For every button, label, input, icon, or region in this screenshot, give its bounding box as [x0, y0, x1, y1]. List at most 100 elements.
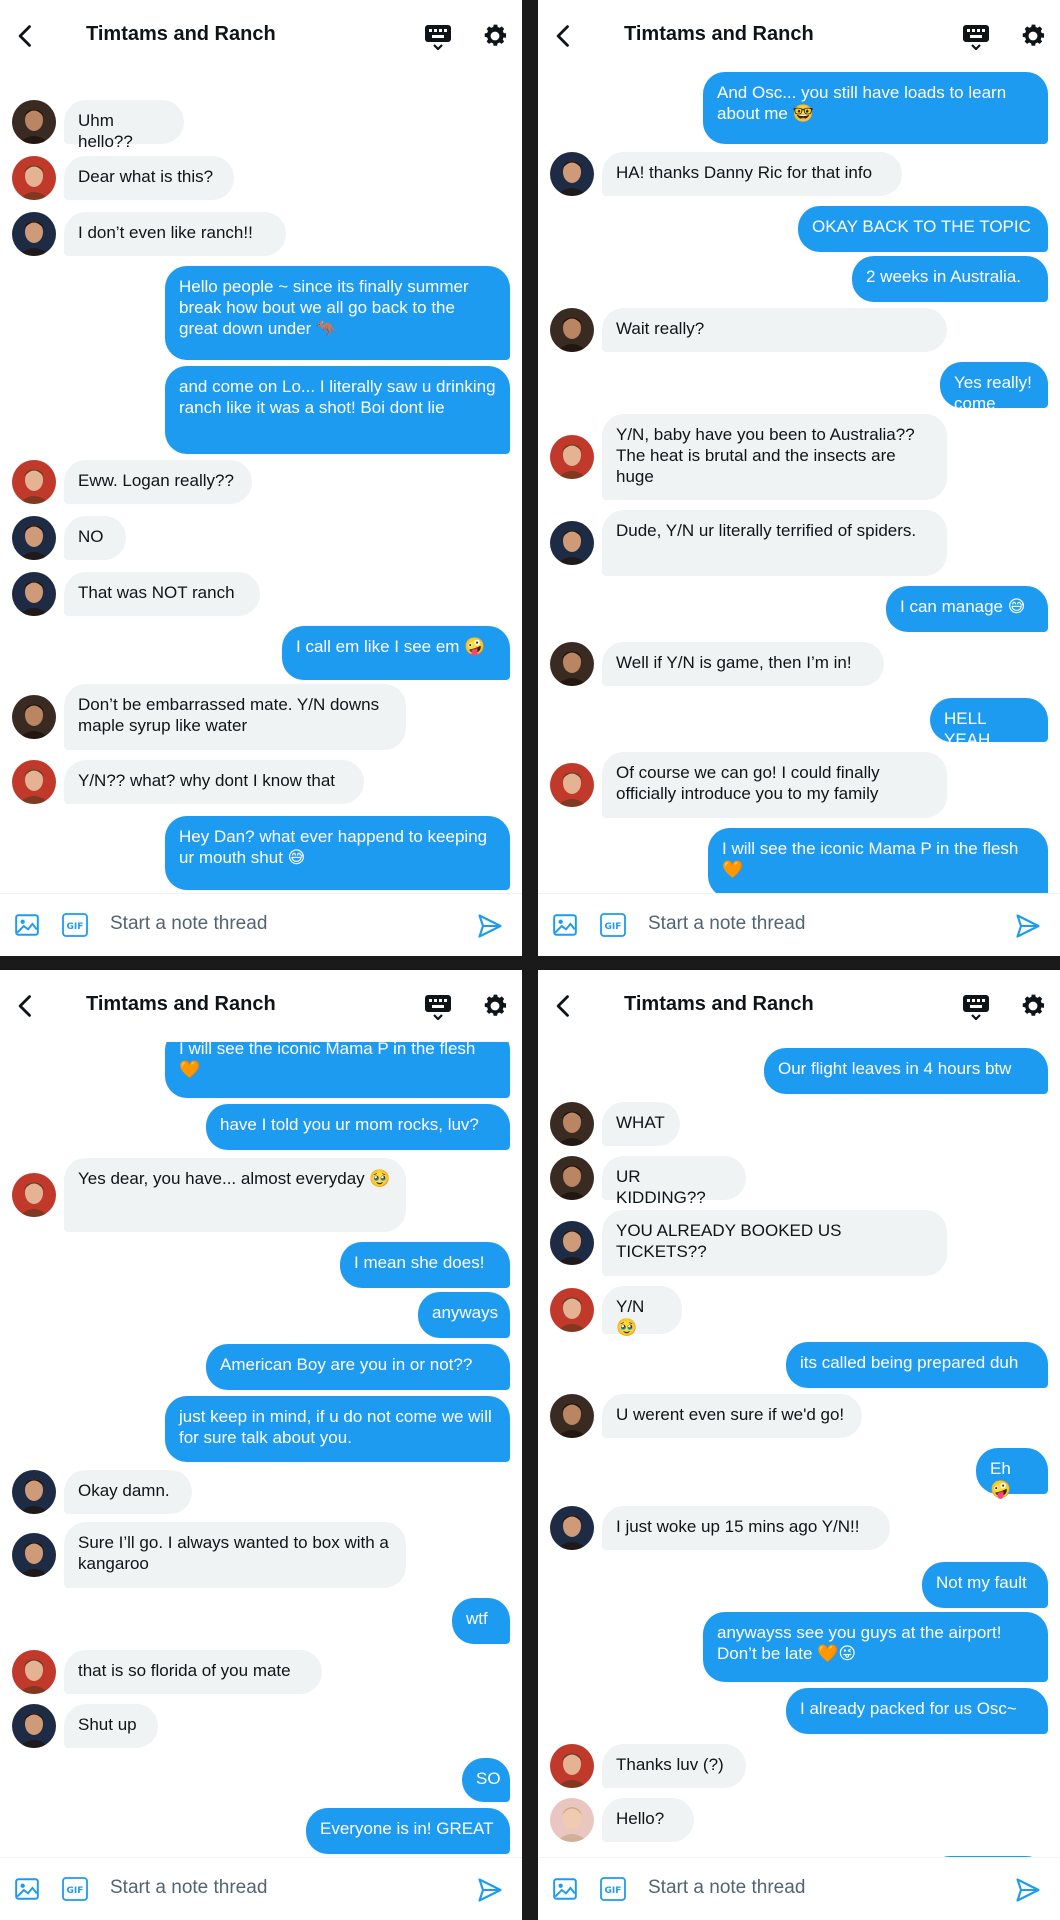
avatar[interactable]	[12, 156, 56, 200]
gif-icon[interactable]: GIF	[600, 913, 626, 937]
message-bubble[interactable]: Sure I’ll go. I always wanted to box wit…	[64, 1522, 406, 1588]
message-bubble[interactable]: its called being prepared duh	[786, 1342, 1048, 1388]
message-bubble[interactable]: Y/N?? what? why dont I know that	[64, 760, 364, 804]
message-bubble[interactable]: Eww. Logan really??	[64, 460, 252, 504]
keyboard-icon[interactable]	[424, 24, 452, 50]
settings-gear-icon[interactable]	[1019, 992, 1047, 1020]
message-bubble[interactable]: YOU ALREADY BOOKED US TICKETS??	[602, 1210, 947, 1276]
image-attach-icon[interactable]	[14, 912, 40, 938]
avatar[interactable]	[12, 460, 56, 504]
message-input[interactable]: Start a note thread	[648, 1877, 805, 1899]
avatar[interactable]	[550, 1744, 594, 1788]
keyboard-icon[interactable]	[962, 994, 990, 1020]
message-bubble[interactable]: Don’t be embarrassed mate. Y/N downs map…	[64, 684, 406, 750]
avatar[interactable]	[12, 1533, 56, 1577]
message-bubble[interactable]: Of course we can go! I could finally off…	[602, 752, 947, 818]
message-bubble[interactable]: American Boy are you in or not??	[206, 1344, 510, 1390]
avatar[interactable]	[12, 100, 56, 144]
message-bubble[interactable]: Not my fault	[922, 1562, 1048, 1608]
message-bubble[interactable]: Y/N, baby have you been to Australia?? T…	[602, 414, 947, 500]
avatar[interactable]	[550, 1288, 594, 1332]
avatar[interactable]	[550, 1798, 594, 1842]
message-input[interactable]: Start a note thread	[110, 913, 267, 935]
message-bubble[interactable]: Thanks luv (?)	[602, 1744, 746, 1788]
message-bubble[interactable]: Yes dear, you have... almost everyday 🥹	[64, 1158, 406, 1232]
image-attach-icon[interactable]	[552, 1876, 578, 1902]
keyboard-icon[interactable]	[962, 24, 990, 50]
message-bubble[interactable]: anyways	[418, 1292, 510, 1338]
message-bubble[interactable]: Our flight leaves in 4 hours btw	[764, 1048, 1048, 1094]
settings-gear-icon[interactable]	[1019, 22, 1047, 50]
send-icon[interactable]	[1014, 1876, 1042, 1904]
image-attach-icon[interactable]	[14, 1876, 40, 1902]
message-bubble[interactable]: I mean she does!	[340, 1242, 510, 1288]
message-bubble[interactable]: And Osc... you still have loads to learn…	[703, 72, 1048, 144]
message-bubble[interactable]: That was NOT ranch	[64, 572, 260, 616]
message-bubble[interactable]: Uhm hello??	[64, 100, 184, 151]
message-bubble[interactable]: Dude, Y/N ur literally terrified of spid…	[602, 510, 947, 576]
avatar[interactable]	[550, 1221, 594, 1265]
avatar[interactable]	[550, 152, 594, 196]
avatar[interactable]	[550, 1506, 594, 1550]
message-bubble[interactable]: Hello people ~ since its finally summer …	[165, 266, 510, 360]
avatar[interactable]	[12, 1173, 56, 1217]
message-bubble[interactable]: Eh 🤪	[976, 1448, 1048, 1499]
message-list[interactable]: And Osc... you still have loads to learn…	[538, 58, 1060, 894]
message-bubble[interactable]: I call em like I see em 🤪	[282, 626, 510, 680]
back-arrow-icon[interactable]	[12, 992, 40, 1020]
message-bubble[interactable]: have I told you ur mom rocks, luv?	[206, 1104, 510, 1150]
message-bubble[interactable]: wtf	[452, 1598, 510, 1644]
message-bubble[interactable]: Hello?	[602, 1798, 694, 1842]
gif-icon[interactable]: GIF	[600, 1877, 626, 1901]
avatar[interactable]	[12, 695, 56, 739]
message-bubble[interactable]: OKAY BACK TO THE TOPIC	[798, 206, 1048, 252]
message-bubble[interactable]: Hey Dan? what ever happend to keeping ur…	[165, 816, 510, 890]
message-bubble[interactable]: Okay damn.	[64, 1470, 192, 1514]
message-bubble[interactable]: Shut up	[64, 1704, 158, 1748]
message-bubble[interactable]: UR KIDDING??	[602, 1156, 746, 1207]
avatar[interactable]	[550, 521, 594, 565]
message-list[interactable]: Uhm hello?? Dear what is this? I don’t eve…	[0, 58, 522, 894]
gif-icon[interactable]: GIF	[62, 913, 88, 937]
send-icon[interactable]	[476, 1876, 504, 1904]
message-bubble[interactable]: U werent even sure if we'd go!	[602, 1394, 862, 1438]
message-bubble[interactable]: HELL YEAH	[930, 698, 1048, 749]
message-list[interactable]: Our flight leaves in 4 hours btw WHAT UR K…	[538, 1028, 1060, 1858]
avatar[interactable]	[550, 308, 594, 352]
message-bubble[interactable]: I can manage 😅	[886, 586, 1048, 632]
settings-gear-icon[interactable]	[481, 992, 509, 1020]
message-bubble[interactable]: I already packed for us Osc~	[786, 1688, 1048, 1734]
avatar[interactable]	[12, 760, 56, 804]
message-input[interactable]: Start a note thread	[110, 1877, 267, 1899]
avatar[interactable]	[550, 435, 594, 479]
avatar[interactable]	[550, 1394, 594, 1438]
message-bubble[interactable]: Well if Y/N is game, then I’m in!	[602, 642, 884, 686]
back-arrow-icon[interactable]	[12, 22, 40, 50]
message-bubble[interactable]: anywayss see you guys at the airport! Do…	[703, 1612, 1048, 1682]
avatar[interactable]	[12, 212, 56, 256]
message-bubble[interactable]: 2 weeks in Australia.	[852, 256, 1048, 302]
avatar[interactable]	[550, 642, 594, 686]
avatar[interactable]	[12, 1704, 56, 1748]
message-bubble[interactable]: Dear what is this?	[64, 156, 234, 200]
message-bubble[interactable]: I will see the iconic Mama P in the fles…	[708, 828, 1048, 894]
avatar[interactable]	[12, 1650, 56, 1694]
message-bubble[interactable]: that is so florida of you mate	[64, 1650, 322, 1694]
avatar[interactable]	[12, 1470, 56, 1514]
message-bubble[interactable]: Yes really! come onnit would be fun~	[940, 362, 1048, 476]
settings-gear-icon[interactable]	[481, 22, 509, 50]
gif-icon[interactable]: GIF	[62, 1877, 88, 1901]
message-bubble[interactable]: just keep in mind, if u do not come we w…	[165, 1396, 510, 1462]
message-bubble[interactable]: and come on Lo... I literally saw u drin…	[165, 366, 510, 454]
keyboard-icon[interactable]	[424, 994, 452, 1020]
avatar[interactable]	[550, 763, 594, 807]
message-bubble[interactable]: Everyone is in! GREAT	[306, 1808, 510, 1854]
message-bubble[interactable]: NO	[64, 516, 126, 560]
message-list[interactable]: I will see the iconic Mama P in the fles…	[0, 1028, 522, 1858]
avatar[interactable]	[12, 516, 56, 560]
message-input[interactable]: Start a note thread	[648, 913, 805, 935]
message-bubble[interactable]: I just woke up 15 mins ago Y/N!!	[602, 1506, 890, 1550]
message-bubble[interactable]: Wait really?	[602, 308, 947, 352]
avatar[interactable]	[550, 1102, 594, 1146]
image-attach-icon[interactable]	[552, 912, 578, 938]
